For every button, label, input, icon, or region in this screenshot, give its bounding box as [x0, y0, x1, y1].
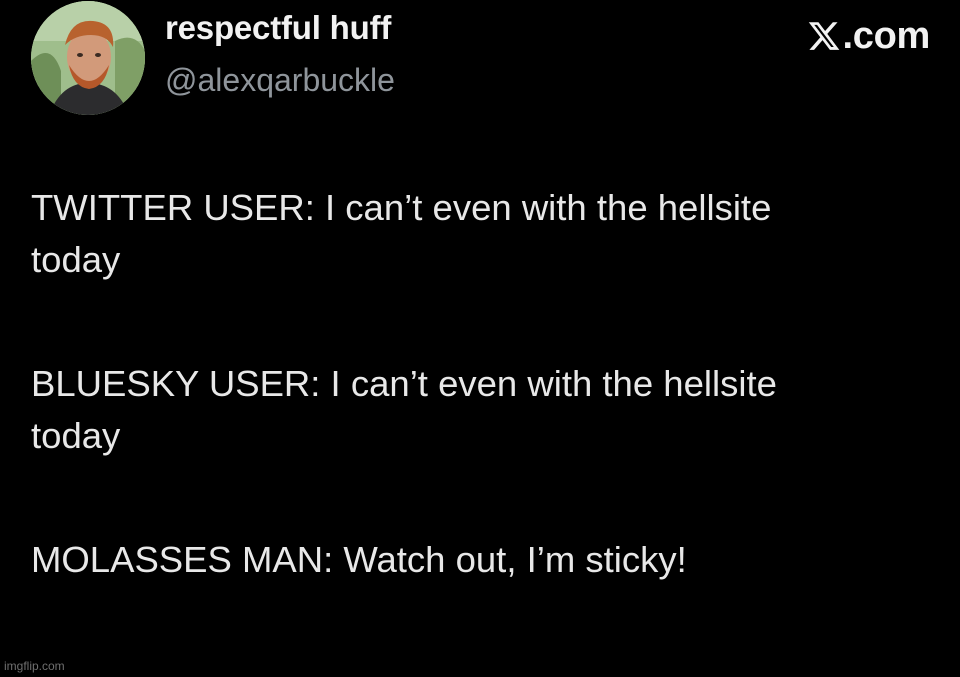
display-name[interactable]: respectful huff	[165, 9, 391, 47]
tweet-line-twitter-user: TWITTER USER: I can’t even with the hell…	[31, 187, 772, 228]
avatar[interactable]	[31, 1, 145, 115]
x-logo-icon	[808, 22, 839, 50]
tweet-line-twitter-user-cont: today	[31, 239, 121, 280]
watermark: imgflip.com	[4, 659, 65, 673]
brand-mark: .com	[807, 14, 931, 58]
tweet-line-bluesky-user: BLUESKY USER: I can’t even with the hell…	[31, 363, 777, 404]
tweet-body: TWITTER USER: I can’t even with the hell…	[31, 182, 931, 586]
tweet-line-molasses-man: MOLASSES MAN: Watch out, I’m sticky!	[31, 539, 687, 580]
tweet-card: respectful huff @alexqarbuckle .com TWIT…	[0, 0, 960, 677]
avatar-photo	[31, 1, 145, 115]
tweet-line-bluesky-user-cont: today	[31, 415, 121, 456]
user-handle[interactable]: @alexqarbuckle	[165, 62, 395, 99]
brand-text: .com	[842, 14, 931, 57]
